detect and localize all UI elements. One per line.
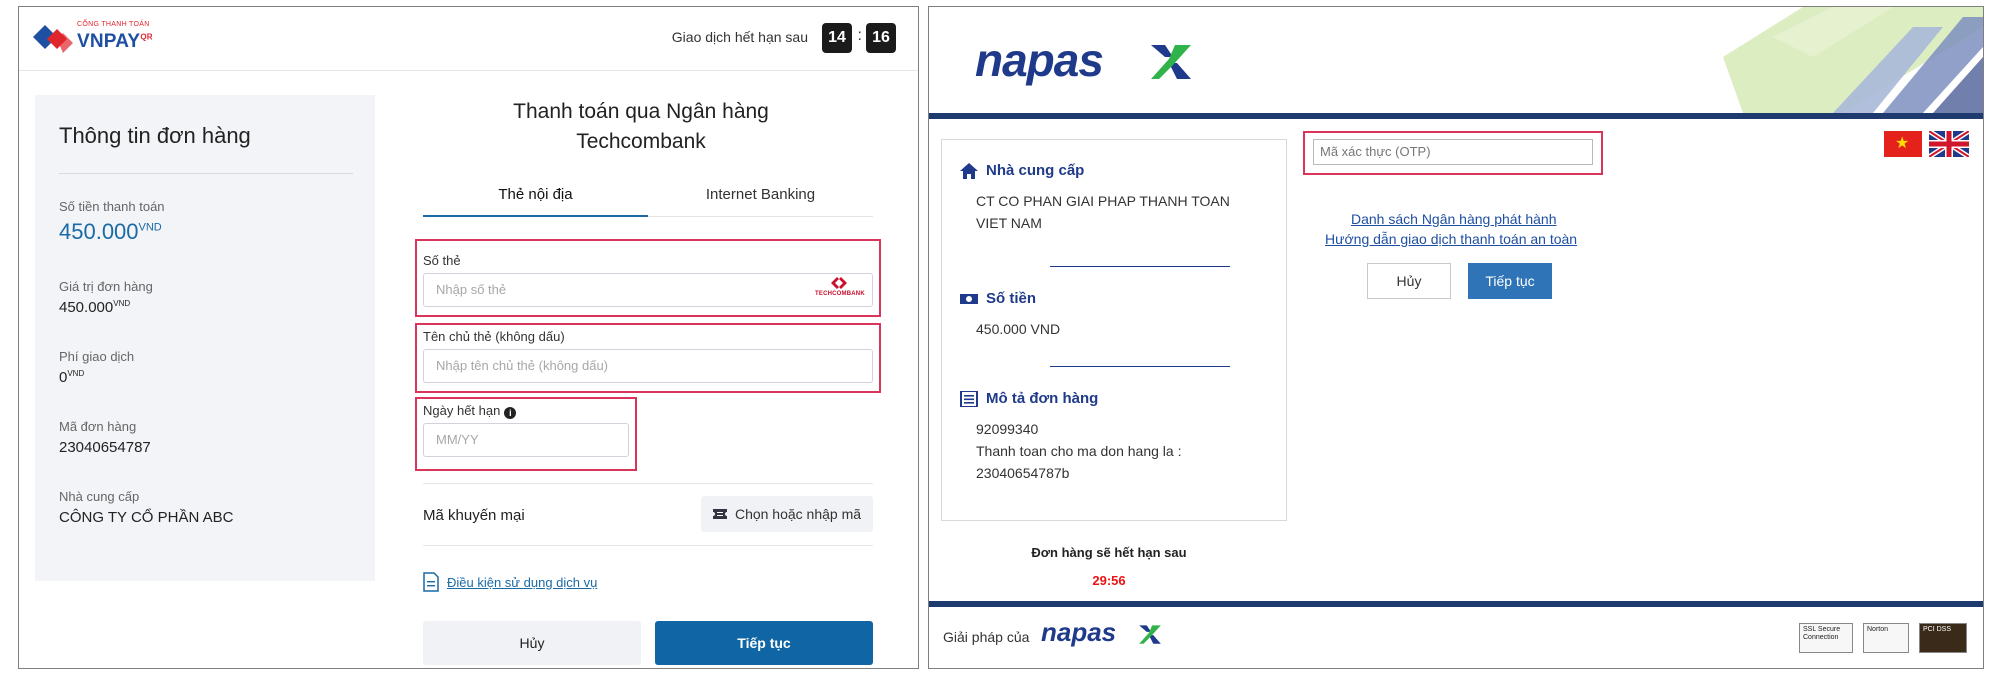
card-number-input[interactable]: Nhập số thẻ xyxy=(423,273,873,307)
separator xyxy=(1050,366,1230,367)
issuing-banks-link[interactable]: Danh sách Ngân hàng phát hành xyxy=(1351,211,1557,227)
fee-label: Phí giao dịch xyxy=(59,349,135,364)
ticket-icon xyxy=(712,509,727,519)
promo-code-button[interactable]: Chọn hoặc nhập mã xyxy=(701,496,873,532)
header-bar xyxy=(929,113,1983,119)
logo-subtitle: CỔNG THANH TOÁN xyxy=(77,21,150,28)
napas-star-icon xyxy=(1151,45,1191,79)
napas-star-icon xyxy=(1139,625,1161,644)
napas-otp-panel: napas ★ Nhà cung cấp CT CO PHAN GIAI PHA… xyxy=(928,6,1984,669)
home-icon xyxy=(960,162,978,179)
document-icon xyxy=(423,572,439,592)
timer-colon: : xyxy=(857,27,862,44)
vnpay-header: CỔNG THANH TOÁN VNPAYQR Giao dịch hết hạ… xyxy=(19,7,918,71)
list-icon xyxy=(960,390,978,407)
order-value: 450.000VND xyxy=(59,299,131,316)
description-heading: Mô tả đơn hàng xyxy=(960,390,1098,407)
tab-internet-banking[interactable]: Internet Banking xyxy=(648,183,873,217)
tab-domestic-card[interactable]: Thẻ nội địa xyxy=(423,183,648,217)
provider-heading: Nhà cung cấp xyxy=(960,162,1084,179)
payment-title: Thanh toán qua Ngân hàng Techcombank xyxy=(513,100,769,153)
description-text: 92099340 Thanh toan cho ma don hang la :… xyxy=(976,421,1182,481)
logo-title: VNPAYQR xyxy=(77,31,153,52)
header-decoration xyxy=(1723,7,1983,113)
separator xyxy=(1050,266,1230,267)
expiry-label: Ngày hết hạn i xyxy=(423,403,517,419)
vnpay-logo-icon xyxy=(33,25,73,53)
footer-label: Giải pháp của xyxy=(943,629,1030,645)
continue-button[interactable]: Tiếp tục xyxy=(1468,263,1552,299)
promo-label: Mã khuyến mại xyxy=(423,507,525,524)
napas-footer: Giải pháp của napas SSL Secure Connectio… xyxy=(929,607,1983,668)
napas-header: napas xyxy=(929,7,1983,113)
order-id: 23040654787 xyxy=(59,439,151,456)
vietnamese-flag-icon[interactable]: ★ xyxy=(1884,131,1922,157)
order-value-label: Giá trị đơn hàng xyxy=(59,279,153,294)
card-holder-input[interactable]: Nhập tên chủ thẻ (không dấu) xyxy=(423,349,873,383)
safe-payment-guide-link[interactable]: Hướng dẫn giao dịch thanh toán an toàn xyxy=(1325,231,1577,247)
order-info-divider xyxy=(59,173,353,174)
amount-label: Số tiền thanh toán xyxy=(59,199,165,214)
terms-link[interactable]: Điều kiện sử dụng dịch vụ xyxy=(423,572,597,592)
money-icon xyxy=(960,293,978,304)
fee-value: 0VND xyxy=(59,369,85,386)
info-icon[interactable]: i xyxy=(504,407,517,419)
merchant-info-box: Nhà cung cấp CT CO PHAN GIAI PHAP THANH … xyxy=(941,139,1287,521)
napas-logo: napas xyxy=(975,34,1104,86)
amount-value: 450.000 VND xyxy=(976,321,1061,337)
payment-tabs: Thẻ nội địa Internet Banking xyxy=(423,183,873,217)
english-flag-icon[interactable] xyxy=(1929,131,1969,157)
separator xyxy=(423,483,873,484)
vnpay-payment-panel: CỔNG THANH TOÁN VNPAYQR Giao dịch hết hạ… xyxy=(18,6,919,669)
provider-value: CÔNG TY CỔ PHẦN ABC xyxy=(59,509,234,526)
expiry-input[interactable]: MM/YY xyxy=(423,423,629,457)
provider-label: Nhà cung cấp xyxy=(59,489,140,504)
cancel-button[interactable]: Hủy xyxy=(1367,263,1451,299)
provider-name: CT CO PHAN GIAI PHAP THANH TOAN VIET NAM xyxy=(976,193,1230,231)
ssl-badge: SSL Secure Connection xyxy=(1799,623,1853,653)
timer-label: Giao dịch hết hạn sau xyxy=(671,29,808,45)
order-id-label: Mã đơn hàng xyxy=(59,419,137,434)
techcombank-logo: TECHCOMBANK xyxy=(815,277,865,301)
expire-label: Đơn hàng sẽ hết hạn sau xyxy=(1031,545,1187,560)
amount-value: 450.000VND xyxy=(59,219,162,244)
footer-napas-logo: napas xyxy=(1041,617,1117,647)
order-info-card: Thông tin đơn hàng Số tiền thanh toán 45… xyxy=(35,95,375,581)
separator xyxy=(423,545,873,546)
techcombank-icon xyxy=(831,277,847,289)
continue-button[interactable]: Tiếp tục xyxy=(655,621,873,665)
card-holder-label: Tên chủ thẻ (không dấu) xyxy=(423,329,565,344)
timer-minutes: 14 xyxy=(822,23,852,53)
timer-seconds: 16 xyxy=(866,23,896,53)
norton-badge: Norton xyxy=(1863,623,1909,653)
card-number-label: Số thẻ xyxy=(423,253,461,268)
pci-dss-badge: PCI DSS xyxy=(1919,623,1967,653)
expire-time: 29:56 xyxy=(1092,573,1126,588)
cancel-button[interactable]: Hủy xyxy=(423,621,641,665)
vnpay-logo: CỔNG THANH TOÁN VNPAYQR xyxy=(33,21,163,57)
amount-heading: Số tiền xyxy=(960,290,1036,307)
otp-input[interactable]: Mã xác thực (OTP) xyxy=(1313,139,1593,165)
order-info-title: Thông tin đơn hàng xyxy=(59,123,251,148)
